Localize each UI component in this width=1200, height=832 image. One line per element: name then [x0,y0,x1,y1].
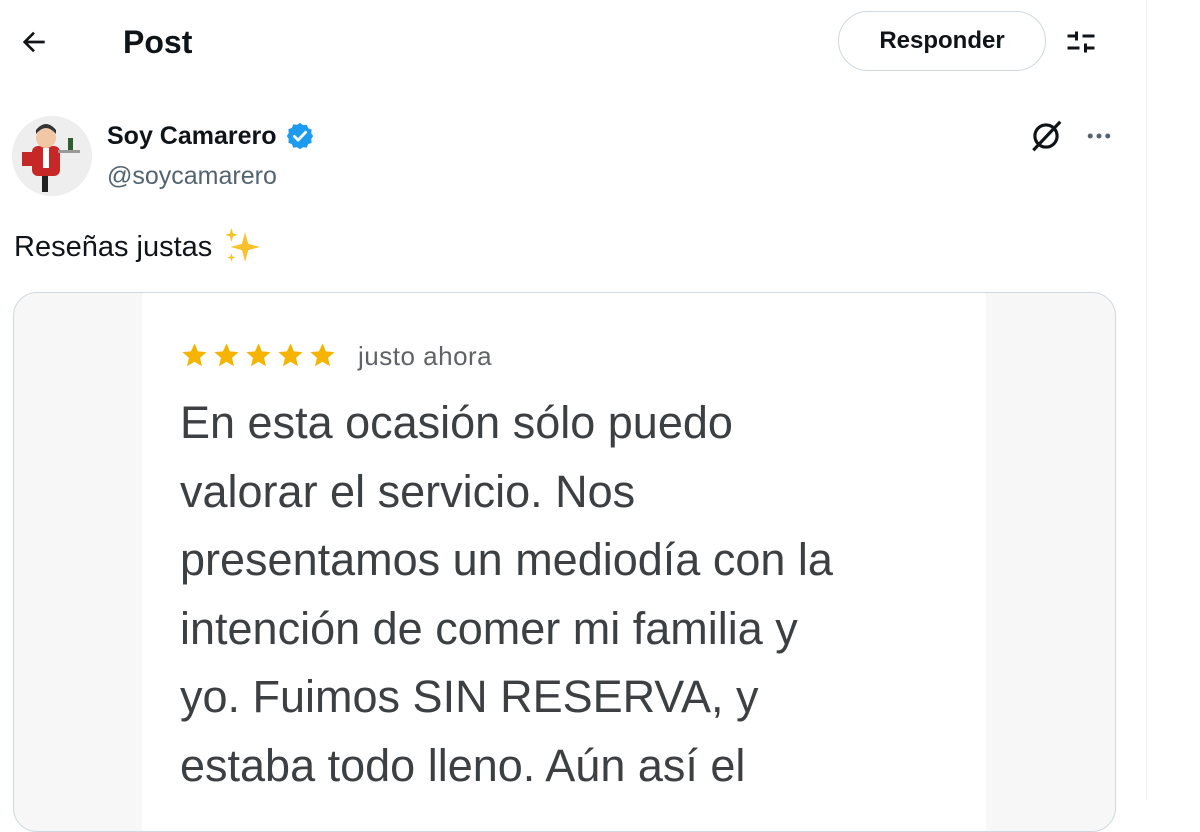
review-timestamp: justo ahora [358,341,493,371]
star-icon [214,343,239,367]
review-line: yo. Fuimos SIN RESERVA, y [180,671,759,722]
star-rating [180,341,337,370]
author-name-text: Soy Camarero [107,122,277,150]
sparkles-icon [225,228,261,262]
verified-badge-icon [286,122,313,150]
avatar-icon [12,116,92,196]
review-line: valorar el servicio. Nos [180,465,636,517]
settings-button[interactable] [1058,22,1104,62]
review-text: En esta ocasión sólo puedo valorar el se… [180,389,980,800]
post-media-image[interactable]: justo ahora En esta ocasión sólo puedo v… [13,292,1116,832]
review-line: estaba todo lleno. Aún así el [180,739,746,791]
post-text-content: Reseñas justas [14,231,213,263]
grok-button[interactable] [1024,116,1068,156]
author-name[interactable]: Soy Camarero [107,120,315,152]
reply-button[interactable]: Responder [838,11,1046,71]
post-text: Reseñas justas [14,226,264,268]
column-divider [1146,0,1147,800]
post-header: Post Responder [0,0,1146,84]
star-icon [278,343,303,367]
review-line: En esta ocasión sólo puedo [180,397,733,448]
more-button[interactable] [1076,116,1122,156]
sliders-icon [1067,31,1095,53]
more-icon [1087,133,1111,139]
back-button[interactable] [14,22,54,62]
review-line: presentamos un mediodía con la [180,534,833,585]
arrow-left-icon [22,31,45,53]
star-icon [310,343,335,367]
star-icon [246,343,271,367]
star-icon [182,343,207,367]
review-card: justo ahora En esta ocasión sólo puedo v… [142,293,986,831]
avatar[interactable] [12,116,92,196]
grok-icon [1032,120,1062,152]
review-line: intención de comer mi familia y [180,602,798,654]
page-title: Post [123,24,193,60]
author-handle[interactable]: @soycamarero [107,160,277,192]
